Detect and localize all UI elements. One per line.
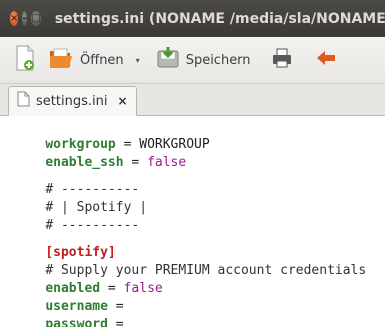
save-label: Speichern	[185, 52, 251, 68]
title-bar: × – □ settings.ini (NONAME /media/sla/NO…	[0, 0, 385, 37]
window-title: settings.ini (NONAME /media/sla/NONAME	[54, 10, 385, 27]
tab-strip: settings.ini ×	[0, 84, 385, 116]
maximize-icon: □	[31, 12, 41, 24]
editor-line: workgroup = WORKGROUP	[14, 118, 209, 152]
ini-key: password	[45, 317, 108, 327]
save-icon	[156, 46, 180, 74]
editor-line: # Supply your PREMIUM account credential…	[14, 244, 366, 278]
ini-value: false	[147, 155, 187, 170]
open-button[interactable]: Öffnen	[48, 46, 124, 74]
tab-label: settings.ini	[36, 93, 108, 109]
editor-line: # | Spotify |	[14, 181, 147, 215]
undo-button[interactable]	[315, 48, 337, 72]
tab-close-icon[interactable]: ×	[117, 94, 127, 108]
ini-value: false	[123, 281, 163, 296]
tab-settings-ini[interactable]: settings.ini ×	[8, 86, 137, 116]
toolbar: Öffnen ▾ Speichern	[0, 37, 385, 84]
new-document-button[interactable]	[14, 45, 36, 75]
editor-line: [spotify]	[14, 226, 115, 260]
window-minimize-button[interactable]: –	[22, 11, 28, 26]
text-file-icon	[17, 91, 30, 111]
print-icon	[271, 47, 293, 73]
editor-line: enable_ssh = false	[14, 136, 186, 170]
open-dropdown-arrow[interactable]: ▾	[136, 56, 140, 65]
undo-icon	[315, 48, 337, 72]
window-maximize-button[interactable]: □	[31, 11, 41, 26]
minimize-icon: –	[22, 12, 28, 24]
editor-line: username =	[14, 280, 123, 314]
close-icon: ×	[10, 12, 19, 24]
folder-open-icon	[48, 46, 74, 74]
new-document-icon	[14, 45, 36, 75]
editor-line: enabled = false	[14, 262, 162, 296]
ini-equals: =	[107, 317, 124, 327]
editor-line: # ----------	[14, 163, 139, 197]
editor-line: # ----------	[14, 199, 139, 233]
editor-line: password =	[14, 298, 123, 327]
window-close-button[interactable]: ×	[10, 11, 19, 26]
open-label: Öffnen	[80, 52, 124, 68]
text-editor[interactable]: workgroup = WORKGROUP enable_ssh = false…	[0, 116, 385, 327]
save-button[interactable]: Speichern	[156, 46, 251, 74]
print-button[interactable]	[271, 47, 293, 73]
